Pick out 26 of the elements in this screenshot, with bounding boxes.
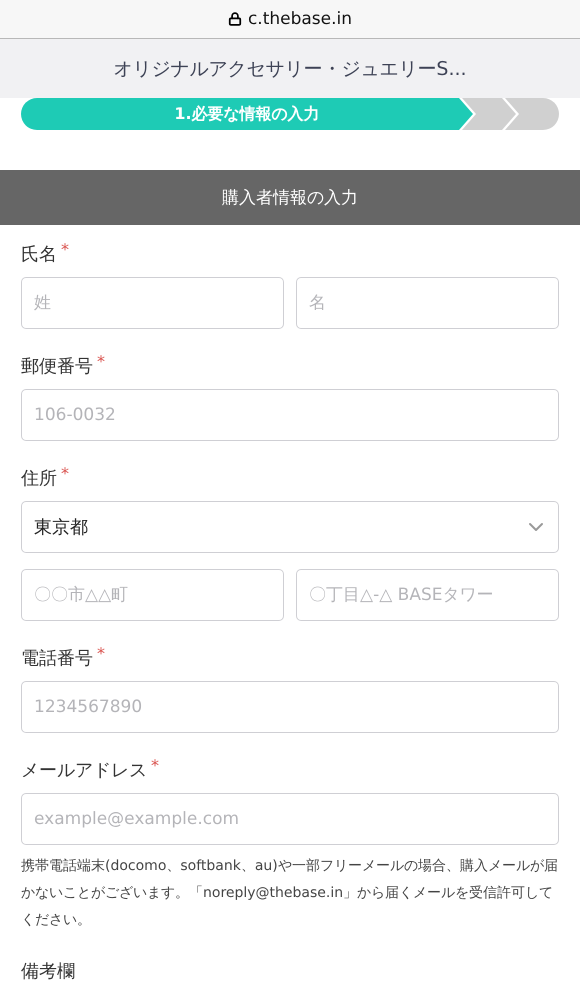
input-field[interactable]: 〇丁目△-△ BASEタワー xyxy=(296,569,559,621)
field-label: 氏名 xyxy=(21,243,57,267)
required-mark: * xyxy=(61,467,69,481)
email-note: 携帯電話端末(docomo、softbank、au)や一部フリーメールの場合、購入メールが届かないことがございます。「noreply@thebase.in」から届くメールを受信許可してください。 xyxy=(21,857,559,930)
field-label: 住所 xyxy=(21,467,57,491)
shop-title: オリジナルアクセサリー・ジュエリーS... xyxy=(113,56,467,82)
required-mark: * xyxy=(151,759,159,773)
prefecture-select[interactable]: 東京都 xyxy=(21,501,559,553)
lock-icon xyxy=(228,12,242,26)
url-text: c.thebase.in xyxy=(248,9,352,29)
field-label: メールアドレス xyxy=(21,759,147,783)
field-label: 備考欄 xyxy=(21,960,75,984)
field-label: 電話番号 xyxy=(21,647,93,671)
input-field[interactable]: 1234567890 xyxy=(21,681,559,733)
input-field[interactable]: 106-0032 xyxy=(21,389,559,441)
section-title: 購入者情報の入力 xyxy=(222,187,358,209)
required-mark: * xyxy=(97,647,105,661)
input-field[interactable]: 姓 xyxy=(21,277,284,329)
required-mark: * xyxy=(61,243,69,257)
input-field[interactable]: 〇〇市△△町 xyxy=(21,569,284,621)
input-field[interactable]: 名 xyxy=(296,277,559,329)
required-mark: * xyxy=(97,355,105,369)
field-label: 郵便番号 xyxy=(21,355,93,379)
address-bar[interactable]: c.thebase.in xyxy=(0,0,580,39)
input-field[interactable]: example@example.com xyxy=(21,793,559,845)
progress-step: 1.必要な情報の入力 xyxy=(21,98,473,130)
